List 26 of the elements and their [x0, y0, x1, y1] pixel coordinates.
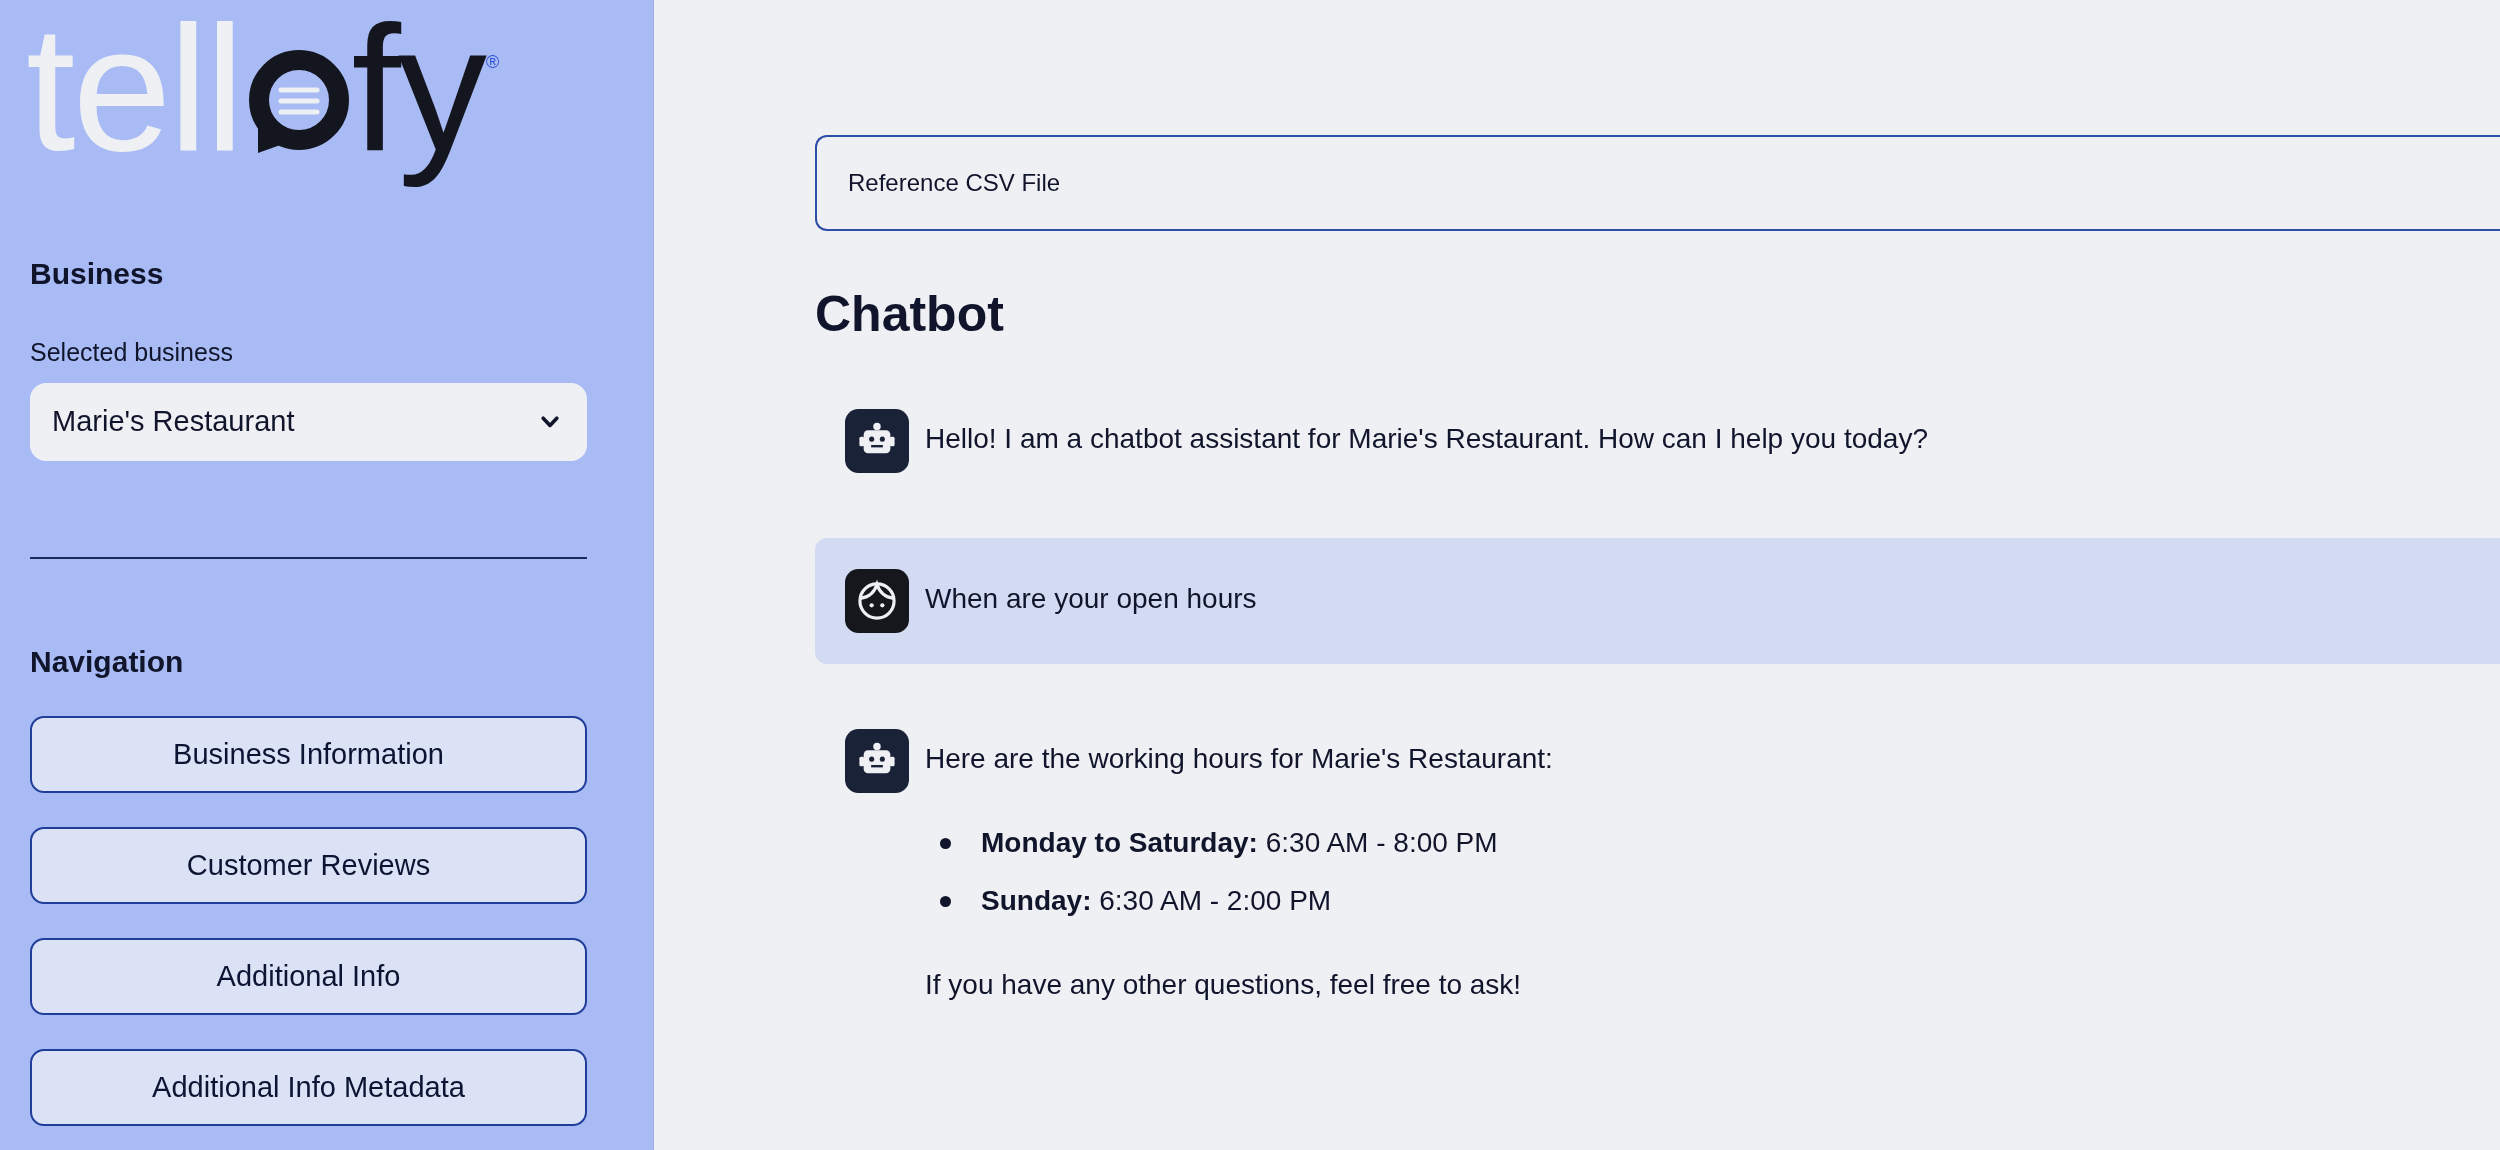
- bullet-icon: [940, 895, 951, 907]
- expander-header[interactable]: Reference CSV File: [815, 135, 2500, 231]
- nav-button[interactable]: Customer Reviews: [30, 827, 587, 904]
- nav-button[interactable]: Additional Info: [30, 938, 587, 1015]
- registered-mark: ®: [486, 52, 500, 72]
- nav-button[interactable]: Business Information: [30, 716, 587, 793]
- list-item-text: Sunday: 6:30 AM - 2:00 PM: [981, 884, 1332, 918]
- page-title: Chatbot: [815, 285, 1005, 343]
- message-text: Hello! I am a chatbot assistant for Marie's Restaurant. How can I help you today?: [925, 422, 1928, 456]
- message-text: When are your open hours: [925, 582, 1257, 616]
- chevron-down-icon: [541, 416, 559, 428]
- logo-text: fy: [351, 0, 484, 188]
- face-avatar-icon: [845, 569, 909, 633]
- chat-bubble-icon: [247, 50, 350, 154]
- business-select[interactable]: Marie's Restaurant: [30, 383, 587, 461]
- section-heading: Business: [30, 256, 165, 292]
- message-text: Here are the working hours for Marie's Restaurant:: [925, 742, 1553, 776]
- bullet-icon: [940, 837, 951, 849]
- message-text: If you have any other questions, feel free to ask!: [925, 968, 1523, 1002]
- nav-button[interactable]: Additional Info Metadata: [30, 1049, 587, 1126]
- field-label: Selected business: [30, 338, 234, 367]
- robot-avatar-icon: [845, 729, 909, 793]
- logo-text: tell: [26, 0, 242, 188]
- list-item-text: Monday to Saturday: 6:30 AM - 8:00 PM: [981, 826, 1498, 860]
- section-heading: Navigation: [30, 644, 185, 680]
- robot-avatar-icon: [845, 409, 909, 473]
